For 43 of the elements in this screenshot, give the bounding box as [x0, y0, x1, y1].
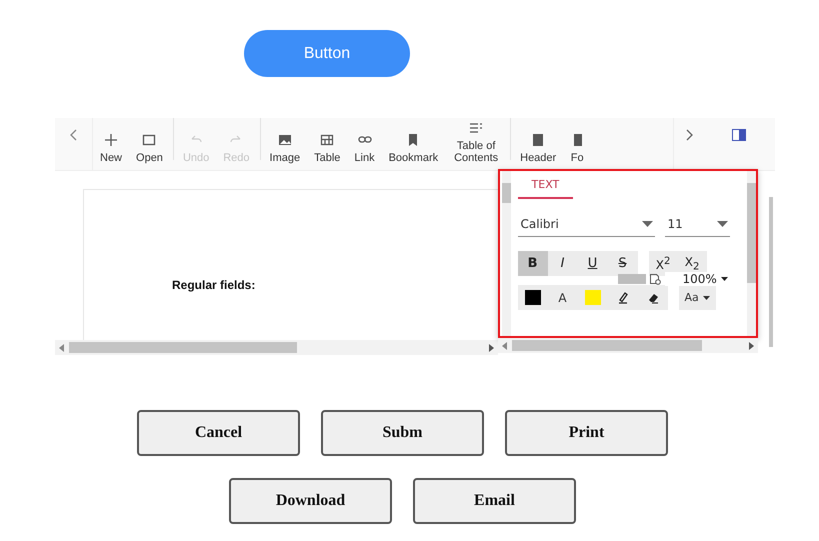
toolbar-button[interactable]: Link	[347, 118, 382, 170]
highlighter-icon	[616, 291, 629, 304]
toolbar-button[interactable]: Fo	[563, 118, 592, 170]
action-button[interactable]: Download	[229, 478, 392, 524]
action-button[interactable]: Subm	[321, 410, 484, 456]
font-family-dropdown[interactable]: Calibri	[518, 212, 655, 237]
zoom-dropdown[interactable]: 100%	[664, 272, 731, 286]
document-icon	[648, 273, 661, 285]
action-button[interactable]: Email	[413, 478, 576, 524]
toolbar-button[interactable]: Bookmark	[382, 118, 446, 170]
image-icon	[278, 133, 292, 147]
vertical-scrollbar[interactable]	[502, 171, 511, 336]
table-icon	[320, 133, 334, 147]
toolbar-button[interactable]: Image	[262, 118, 308, 170]
horizontal-scrollbar[interactable]	[55, 340, 498, 355]
vertical-scrollbar[interactable]	[747, 171, 756, 336]
arrow-right-icon	[488, 344, 494, 352]
format-button[interactable]: B	[518, 251, 548, 276]
arrow-left-icon	[59, 344, 65, 352]
arrow-right-icon	[748, 342, 754, 350]
horizontal-scrollbar[interactable]	[498, 338, 758, 353]
caret-down-icon	[702, 296, 710, 300]
chevron-left-icon	[70, 129, 78, 141]
caret-down-icon	[642, 221, 653, 227]
action-button[interactable]: Print	[505, 410, 668, 456]
caret-down-icon	[720, 277, 728, 281]
chevron-right-icon	[684, 129, 692, 141]
eraser-icon	[646, 292, 659, 304]
caret-down-icon	[716, 221, 728, 227]
document-heading: Regular fields:	[172, 278, 256, 292]
toolbar-button[interactable]: Table	[307, 118, 348, 170]
toolbar-button[interactable]: Header	[513, 118, 564, 170]
action-button[interactable]: Cancel	[137, 410, 300, 456]
toolbar-button[interactable]: New	[93, 118, 130, 170]
window-icon	[142, 133, 156, 147]
pane-tab[interactable]: TEXT	[518, 178, 574, 199]
plus-icon	[104, 133, 118, 147]
change-case-dropdown[interactable]: Aa	[678, 285, 716, 310]
arrow-left-icon	[502, 342, 508, 350]
toolbar-button[interactable]: Table of Contents	[445, 118, 512, 160]
panel-icon	[732, 128, 746, 140]
font-size-dropdown[interactable]: 11	[664, 212, 730, 237]
list-icon	[469, 121, 484, 135]
